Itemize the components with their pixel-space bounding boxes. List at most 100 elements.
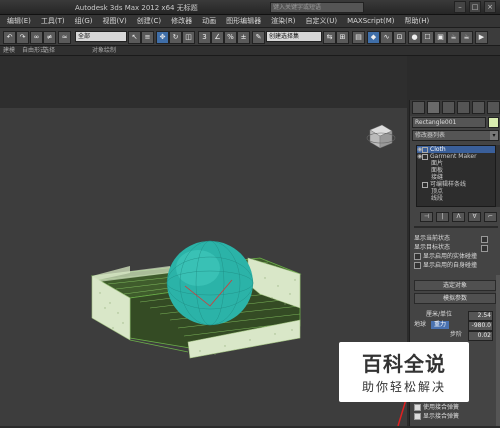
curve-editor-icon[interactable]: ∿ xyxy=(380,31,393,44)
undo-icon[interactable]: ↶ xyxy=(3,31,16,44)
configure-sets-button[interactable]: ⌐ xyxy=(484,212,497,222)
tab-selection[interactable]: 选择 xyxy=(43,46,55,55)
render-production-icon[interactable]: ☕ xyxy=(460,31,473,44)
remove-modifier-button[interactable]: ∀ xyxy=(468,212,481,222)
main-toolbar: ↶ ↷ ∞ ≠ ≈ 全部 ↖ ≡ ✥ ↻ ◫ 3 ∠ % ± ✎ 创建选择集 ⇆… xyxy=(0,28,500,46)
menu-help[interactable]: 帮助(H) xyxy=(400,15,435,27)
angle-snap-icon[interactable]: ∠ xyxy=(211,31,224,44)
schematic-view-icon[interactable]: ⊡ xyxy=(393,31,406,44)
option-show-current-state[interactable]: 显示当前状态 xyxy=(414,234,496,243)
menu-bar: 编辑(E) 工具(T) 组(G) 视图(V) 创建(C) 修改器 动画 图形编辑… xyxy=(0,15,500,28)
select-move-icon[interactable]: ✥ xyxy=(156,31,169,44)
stack-buttons: ⊣ | Ʌ ∀ ⌐ xyxy=(420,212,497,222)
stack-item-editable-spline[interactable]: 可编辑样条线 xyxy=(417,181,495,188)
make-unique-button[interactable]: Ʌ xyxy=(452,212,465,222)
stack-item-sub[interactable]: 接缝 xyxy=(417,174,495,181)
stack-item-cloth[interactable]: ◉ Cloth xyxy=(417,146,495,153)
gravity-spinner: 地球 重力 -980.0 xyxy=(414,321,493,331)
maximize-button[interactable]: □ xyxy=(469,1,481,13)
percent-snap-icon[interactable]: % xyxy=(224,31,237,44)
pin-stack-button[interactable]: ⊣ xyxy=(420,212,433,222)
watermark-subtitle: 助你轻松解决 xyxy=(361,380,446,394)
tab-modeling[interactable]: 建模 xyxy=(3,46,15,55)
rollouts: 选定对象 模拟参数 厘米/单位 2.54 地球 重力 -980.0 步阶 0.0… xyxy=(414,278,496,341)
divider xyxy=(414,226,498,228)
render-frame-icon[interactable]: ▣ xyxy=(434,31,447,44)
select-scale-icon[interactable]: ◫ xyxy=(182,31,195,44)
step-value[interactable]: 0.02 xyxy=(468,331,493,341)
option-show-joint-springs[interactable]: 显示接合弹簧 xyxy=(414,412,496,421)
redo-icon[interactable]: ↷ xyxy=(16,31,29,44)
spinner-snap-icon[interactable]: ± xyxy=(237,31,250,44)
hierarchy-tab-icon[interactable] xyxy=(442,101,455,114)
option-use-joint-springs[interactable]: 使用接合弹簧 xyxy=(414,403,496,412)
menu-create[interactable]: 创建(C) xyxy=(132,15,166,27)
tab-object-paint[interactable]: 对象绘制 xyxy=(92,46,116,55)
render-setup-icon[interactable]: ☐ xyxy=(421,31,434,44)
unlink-icon[interactable]: ≠ xyxy=(43,31,56,44)
render-active-icon[interactable]: ▶ xyxy=(475,31,488,44)
modify-tab-icon[interactable] xyxy=(427,101,440,114)
stack-scrollbar[interactable] xyxy=(496,145,500,207)
panel-scrollbar[interactable] xyxy=(496,275,500,426)
render-icon[interactable]: ☕ xyxy=(447,31,460,44)
gravity-button[interactable]: 重力 xyxy=(430,321,449,329)
chevron-down-icon: ▾ xyxy=(490,131,498,140)
stack-item-garment-maker[interactable]: ◉ Garment Maker xyxy=(417,153,495,160)
menu-graph-editors[interactable]: 图形编辑器 xyxy=(221,15,266,27)
command-panel-tabs xyxy=(410,100,500,116)
minimize-button[interactable]: – xyxy=(454,1,466,13)
modifier-list-label: 修改器列表 xyxy=(415,132,446,139)
sphere-object[interactable] xyxy=(166,240,254,326)
menu-maxscript[interactable]: MAXScript(M) xyxy=(342,15,399,27)
utilities-tab-icon[interactable] xyxy=(487,101,500,114)
select-by-name-icon[interactable]: ≡ xyxy=(141,31,154,44)
option-show-solid-collision[interactable]: 显示启用的实体碰撞 xyxy=(414,252,496,261)
menu-group[interactable]: 组(G) xyxy=(70,15,98,27)
graphite-tools-icon[interactable]: ◆ xyxy=(367,31,380,44)
rollout-simulation-params[interactable]: 模拟参数 xyxy=(414,293,496,304)
select-object-icon[interactable]: ↖ xyxy=(128,31,141,44)
option-show-target-state[interactable]: 显示目标状态 xyxy=(414,243,496,252)
material-editor-icon[interactable]: ● xyxy=(408,31,421,44)
menu-tools[interactable]: 工具(T) xyxy=(36,15,70,27)
stack-item-sub[interactable]: 线段 xyxy=(417,195,495,202)
search-input[interactable]: 键入关键字或短语 xyxy=(270,2,364,13)
step-spinner: 步阶 0.02 xyxy=(450,331,493,341)
create-tab-icon[interactable] xyxy=(412,101,425,114)
display-tab-icon[interactable] xyxy=(472,101,485,114)
ribbon: 建模 自由形式 选择 对象绘制 xyxy=(0,46,500,56)
mirror-icon[interactable]: ⇆ xyxy=(323,31,336,44)
named-selection-dropdown[interactable]: 创建选择集 xyxy=(266,31,322,42)
show-end-result-button[interactable]: | xyxy=(436,212,449,222)
units-spinner: 厘米/单位 2.54 xyxy=(426,311,493,321)
stack-item-sub[interactable]: 面板 xyxy=(417,167,495,174)
rollout-selected-objects[interactable]: 选定对象 xyxy=(414,280,496,291)
menu-animation[interactable]: 动画 xyxy=(197,15,221,27)
ribbon-panel-area xyxy=(0,56,407,108)
stack-item-sub[interactable]: 顶点 xyxy=(417,188,495,195)
link-icon[interactable]: ∞ xyxy=(30,31,43,44)
display-options-rollout: 显示当前状态 显示目标状态 显示启用的实体碰撞 显示启用的自身碰撞 xyxy=(414,234,496,270)
option-show-self-collision[interactable]: 显示启用的自身碰撞 xyxy=(414,261,496,270)
edit-named-selection-icon[interactable]: ✎ xyxy=(252,31,265,44)
viewcube-icon[interactable] xyxy=(366,124,396,149)
close-button[interactable]: × xyxy=(484,1,496,13)
menu-customize[interactable]: 自定义(U) xyxy=(300,15,342,27)
layer-manager-icon[interactable]: ▤ xyxy=(352,31,365,44)
align-icon[interactable]: ⊞ xyxy=(336,31,349,44)
motion-tab-icon[interactable] xyxy=(457,101,470,114)
selection-filter-dropdown[interactable]: 全部 xyxy=(75,31,127,42)
select-rotate-icon[interactable]: ↻ xyxy=(169,31,182,44)
object-name-field[interactable]: Rectangle001 xyxy=(412,117,486,128)
bind-space-warp-icon[interactable]: ≈ xyxy=(58,31,71,44)
stack-item-sub[interactable]: 面片 xyxy=(417,160,495,167)
menu-rendering[interactable]: 渲染(R) xyxy=(266,15,300,27)
modifier-list-dropdown[interactable]: 修改器列表 ▾ xyxy=(412,130,499,141)
object-color-swatch[interactable] xyxy=(488,117,499,128)
menu-views[interactable]: 视图(V) xyxy=(98,15,132,27)
modifier-stack: ◉ Cloth ◉ Garment Maker 面片 面板 接缝 可编辑样条线 顶点… xyxy=(416,145,496,207)
menu-modifiers[interactable]: 修改器 xyxy=(166,15,197,27)
menu-edit[interactable]: 编辑(E) xyxy=(2,15,36,27)
snap-toggle-icon[interactable]: 3 xyxy=(198,31,211,44)
